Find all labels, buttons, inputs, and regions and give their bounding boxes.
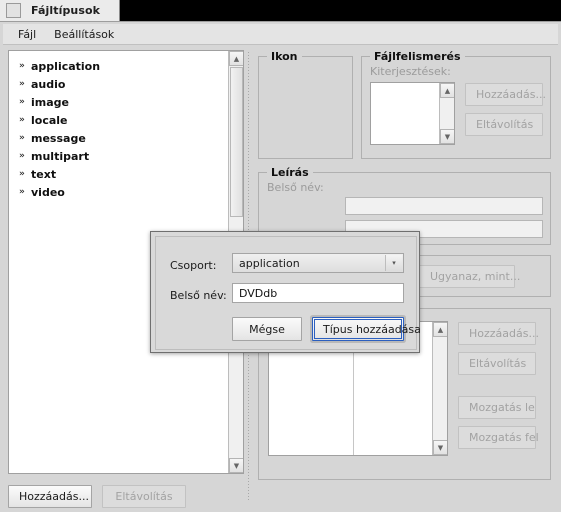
tree-item-locale[interactable]: » locale [9,111,243,129]
dialog-group-label: Csoport: [170,259,217,272]
dialog-internal-name-label: Belső név: [170,289,227,302]
group-ikon: Ikon [258,50,353,159]
extensions-add-button: Hozzáadás... [465,83,546,106]
expand-arrow-icon[interactable]: » [19,79,31,89]
main-window: Fájl Beállítások » application » audio »… [0,21,561,512]
titlebar: Fájltípusok [0,0,561,21]
internal-name-label: Belső név: [267,181,324,194]
same-as-button: Ugyanaz, mint... [419,265,520,288]
expand-arrow-icon[interactable]: » [19,151,31,161]
extra-scrollbar[interactable]: ▲ ▼ [432,322,447,455]
group-ikon-title: Ikon [267,50,302,63]
tree-item-image[interactable]: » image [9,93,243,111]
chevron-down-icon[interactable]: ▾ [385,255,402,271]
window-icon [6,3,21,18]
group-fajlfelismeres: Fájlfelismerés Kiterjesztések: ▲ ▼ Hozzá… [361,50,551,159]
scroll-up-icon[interactable]: ▲ [433,322,447,337]
scroll-down-icon[interactable]: ▼ [440,129,454,144]
tree-item-message[interactable]: » message [9,129,243,147]
tree-item-label: video [31,185,65,199]
tree-item-label: application [31,59,101,73]
internal-name-input[interactable]: DVDdb [232,283,404,303]
scroll-down-icon[interactable]: ▼ [229,458,243,473]
extra-move-down-button: Mozgatás le [458,396,536,419]
extra-remove-button: Eltávolítás [458,352,536,375]
expand-arrow-icon[interactable]: » [19,187,31,197]
scroll-up-icon[interactable]: ▲ [440,83,454,98]
tree-item-label: text [31,167,57,181]
tab-fajltipusok[interactable]: Fájltípusok [0,0,120,21]
expand-arrow-icon[interactable]: » [19,97,31,107]
dialog-inner-frame: Csoport: application ▾ Belső név: DVDdb … [155,236,421,350]
tree-item-application[interactable]: » application [9,57,243,75]
menubar: Fájl Beállítások [3,24,558,45]
expand-arrow-icon[interactable]: » [19,133,31,143]
extensions-scrollbar[interactable]: ▲ ▼ [439,83,454,144]
remove-type-button: Eltávolítás [102,485,186,508]
extensions-label: Kiterjesztések: [370,65,451,78]
tree-item-label: locale [31,113,68,127]
internal-name-field[interactable] [345,197,543,215]
group-fajlfelismeres-title: Fájlfelismerés [370,50,465,63]
tree-item-label: multipart [31,149,90,163]
group-leiras-title: Leírás [267,166,313,179]
add-type-dialog: Csoport: application ▾ Belső név: DVDdb … [150,231,421,353]
internal-name-input-value: DVDdb [239,286,278,300]
menu-item-beallitasok[interactable]: Beállítások [45,26,123,43]
scrollbar-thumb[interactable] [230,67,243,217]
extensions-listbox[interactable]: ▲ ▼ [370,82,455,145]
tree-item-label: message [31,131,86,145]
tree-item-text[interactable]: » text [9,165,243,183]
scroll-up-icon[interactable]: ▲ [229,51,243,66]
menu-item-fajl[interactable]: Fájl [9,26,45,43]
expand-arrow-icon[interactable]: » [19,115,31,125]
expand-arrow-icon[interactable]: » [19,61,31,71]
tree-item-label: audio [31,77,66,91]
left-pane-buttons: Hozzáadás... Eltávolítás [8,485,186,508]
extra-add-button: Hozzáadás... [458,322,539,345]
tree-item-multipart[interactable]: » multipart [9,147,243,165]
scroll-down-icon[interactable]: ▼ [433,440,447,455]
extensions-remove-button: Eltávolítás [465,113,543,136]
tree-item-label: image [31,95,69,109]
tree-item-video[interactable]: » video [9,183,243,201]
add-type-button[interactable]: Hozzáadás... [8,485,92,508]
group-combobox[interactable]: application ▾ [232,253,404,273]
expand-arrow-icon[interactable]: » [19,169,31,179]
tab-label: Fájltípusok [31,4,101,17]
extra-move-up-button: Mozgatás fel [458,426,539,449]
mimetype-tree-list: » application » audio » image » locale » [9,51,243,201]
tree-item-audio[interactable]: » audio [9,75,243,93]
group-combobox-value: application [239,256,300,270]
add-type-confirm-button[interactable]: Típus hozzáadása [312,317,421,341]
cancel-button[interactable]: Mégse [232,317,302,341]
